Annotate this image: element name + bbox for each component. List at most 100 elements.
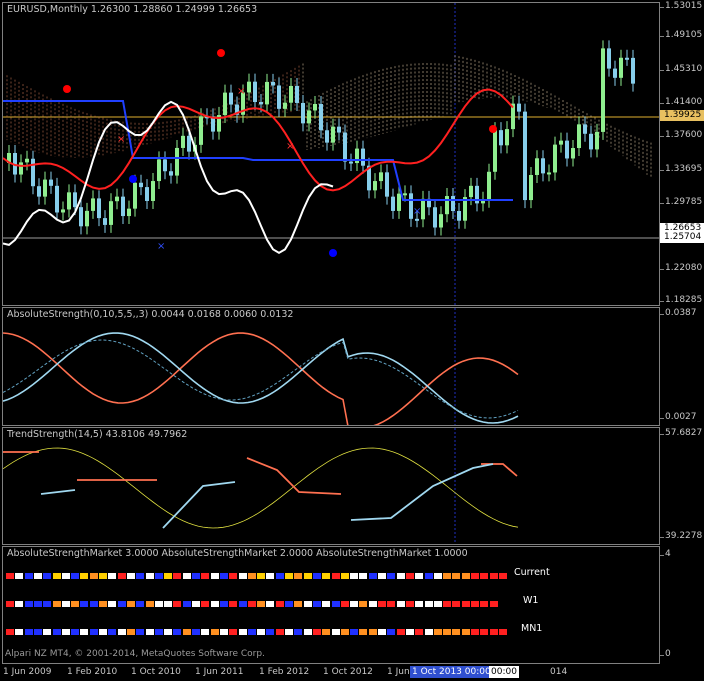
- axis-tick: 39.2278: [659, 531, 703, 541]
- strength-dot: [6, 573, 14, 579]
- signal-dot: [129, 175, 137, 183]
- candle-body: [61, 209, 65, 213]
- as-signal-line: [3, 339, 519, 419]
- absolute-strength-axis: 0.0387 0.0027: [660, 307, 704, 426]
- strength-dot: [424, 573, 433, 579]
- strength-dot: [229, 573, 238, 579]
- strength-dot: [461, 629, 470, 635]
- candle-body: [337, 126, 341, 133]
- main-chart-canvas[interactable]: × × × × ×: [3, 3, 660, 306]
- main-chart-pane[interactable]: × × × × × EURUSD,Monthly 1.26300 1.28860 1.2…: [2, 2, 660, 306]
- strength-dot: [201, 629, 210, 635]
- candle-body: [79, 207, 83, 227]
- strength-dot: [99, 573, 107, 579]
- strength-dot: [275, 573, 284, 579]
- candle-body: [379, 172, 383, 182]
- strength-dot: [415, 629, 424, 635]
- axis-tick: 1.37600: [659, 130, 703, 140]
- strength-dot: [396, 601, 405, 607]
- axis-tick: 0.0027: [660, 412, 697, 422]
- strength-dot: [322, 601, 331, 607]
- candle-body: [331, 126, 335, 143]
- strength-dot: [285, 601, 293, 607]
- candle-body: [493, 130, 497, 172]
- strength-dot: [136, 601, 145, 607]
- strength-dot: [303, 629, 312, 635]
- candle-body: [517, 103, 521, 112]
- crosshair-time-badge: 00:00: [489, 666, 519, 678]
- signal-cross: ×: [286, 141, 294, 152]
- strength-dot: [219, 601, 228, 607]
- strength-dot: [154, 573, 163, 579]
- strength-dot: [489, 573, 498, 579]
- candle-body: [301, 102, 305, 124]
- candle-body: [73, 192, 77, 208]
- candle-body: [403, 193, 407, 196]
- strength-dot: [378, 601, 386, 607]
- strength-dot: [219, 573, 228, 579]
- as-bull-line: [3, 332, 519, 425]
- strength-dot: [433, 629, 442, 635]
- candle-body: [535, 158, 539, 175]
- time-label: 1 Oct 2012: [323, 667, 373, 677]
- strength-dot: [89, 629, 98, 635]
- candle-body: [289, 85, 293, 103]
- strength-dot: [443, 629, 452, 635]
- chikou-line: [3, 100, 334, 255]
- strength-dot: [43, 629, 52, 635]
- candle-body: [373, 181, 377, 191]
- candle-body: [523, 111, 527, 201]
- axis-tick: 0: [660, 649, 671, 659]
- strength-dot: [498, 573, 507, 579]
- trend-strength-canvas: [3, 428, 519, 544]
- main-chart-title: EURUSD,Monthly 1.26300 1.28860 1.24999 1…: [7, 4, 258, 15]
- time-label: 1 Oct 2010: [131, 667, 181, 677]
- candle-body: [163, 159, 167, 172]
- candle-body: [325, 130, 329, 143]
- crosshair-date-badge: 1 Oct 2013 00:00: [410, 666, 493, 678]
- strength-dot: [52, 629, 61, 635]
- asm-pane[interactable]: AbsoluteStrengthMarket 3.0000 AbsoluteSt…: [2, 546, 660, 664]
- strength-dot: [350, 601, 359, 607]
- strength-dot: [145, 629, 154, 635]
- strength-dot: [480, 573, 489, 579]
- strength-dot: [359, 573, 368, 579]
- strength-dot: [396, 629, 405, 635]
- strength-dot: [238, 601, 247, 607]
- candle-body: [103, 218, 107, 225]
- candle-body: [19, 162, 23, 175]
- time-axis[interactable]: 1 Jun 2009 1 Feb 2010 1 Oct 2010 1 Jun 2…: [0, 665, 704, 681]
- strength-dot: [387, 573, 396, 579]
- candle-body: [433, 207, 437, 228]
- strength-dot: [461, 573, 470, 579]
- price-axis[interactable]: 1.53015 1.49105 1.45310 1.41400 1.37600 1.336…: [659, 0, 704, 306]
- candle-body: [343, 132, 347, 162]
- strength-dot: [126, 629, 135, 635]
- strength-dot: [312, 601, 321, 607]
- axis-tick: 1.33695: [659, 164, 703, 174]
- strength-dot: [266, 601, 275, 607]
- signal-dot: [217, 49, 225, 57]
- signal-dot: [63, 85, 71, 93]
- strength-dot: [173, 629, 182, 635]
- candle-body: [265, 81, 269, 105]
- strength-dot: [71, 601, 80, 607]
- strength-dot: [201, 601, 210, 607]
- strength-dot: [6, 629, 14, 635]
- candle-body: [229, 92, 233, 105]
- candle-body: [553, 144, 557, 173]
- strength-dot: [15, 573, 24, 579]
- strength-dot: [266, 573, 275, 579]
- tenkan-line: [3, 88, 514, 192]
- as-bear-line: [3, 332, 519, 424]
- absolute-strength-pane[interactable]: AbsoluteStrength(0,10,5,5,,3) 0.0044 0.0…: [2, 307, 660, 426]
- strength-dot: [257, 629, 266, 635]
- strength-dot: [80, 629, 89, 635]
- trend-strength-pane[interactable]: TrendStrength(14,5) 43.8106 49.7962: [2, 427, 660, 545]
- strength-dot: [154, 629, 163, 635]
- asm-label-current: Current: [514, 567, 550, 578]
- strength-dot: [340, 601, 349, 607]
- strength-dot: [192, 601, 200, 607]
- axis-tick: 4: [660, 549, 671, 559]
- candle-body: [451, 196, 455, 212]
